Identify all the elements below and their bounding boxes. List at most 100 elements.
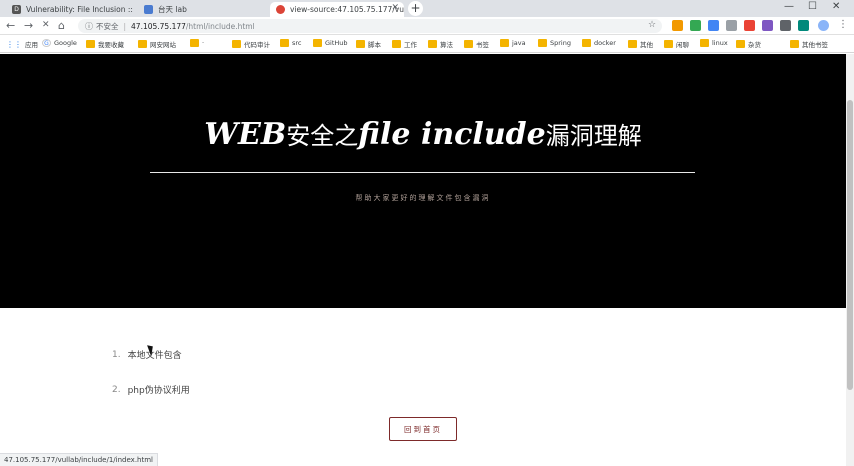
extension-icon[interactable] xyxy=(744,20,755,31)
bookmark-folder[interactable]: 脚本 xyxy=(356,39,381,49)
address-path: /html/include.html xyxy=(185,21,255,31)
bookmark-other[interactable]: 其他书签 xyxy=(790,39,828,49)
extension-icon[interactable] xyxy=(798,20,809,31)
bookmark-label: 杂货 xyxy=(748,41,761,49)
list-item-php-protocol[interactable]: 2. php伪协议利用 xyxy=(112,383,190,397)
forward-arrow-icon[interactable]: → xyxy=(24,19,33,32)
back-to-home-button[interactable]: 回到首页 xyxy=(389,417,457,441)
tab-lab[interactable]: 台天 lab xyxy=(138,2,266,17)
bookmark-label: 工作 xyxy=(404,41,417,49)
list-item-label: php伪协议利用 xyxy=(127,386,190,396)
bookmark-apps[interactable]: ⋮⋮ 应用 xyxy=(6,39,38,49)
page-title: WEB安全之file include漏洞理解 xyxy=(0,116,846,152)
bookmark-label: java xyxy=(512,39,526,47)
tab-title: view-source:47.105.75.177/vu xyxy=(290,5,404,14)
profile-avatar[interactable] xyxy=(818,20,829,31)
title-security: 安全之 xyxy=(286,122,359,150)
bookmark-folder[interactable]: · xyxy=(190,39,204,47)
bookmark-folder[interactable]: linux xyxy=(700,39,728,47)
insecure-label: 不安全 xyxy=(96,21,119,31)
bookmark-label: Google xyxy=(54,39,77,47)
extension-icon[interactable] xyxy=(726,20,737,31)
bookmark-folder[interactable]: GitHub xyxy=(313,39,348,47)
folder-icon xyxy=(428,40,437,48)
tab-title: Vulnerability: File Inclusion :: D xyxy=(26,5,134,14)
address-bar[interactable]: ⓘ 不安全 | 47.105.75.177 /html/include.html xyxy=(78,19,662,33)
bookmark-folder[interactable]: 我要收藏 xyxy=(86,39,124,49)
folder-icon xyxy=(582,39,591,47)
maximize-icon[interactable]: ☐ xyxy=(808,1,817,12)
title-web: WEB xyxy=(204,117,287,152)
scrollbar-thumb[interactable] xyxy=(847,100,853,390)
bookmark-label: docker xyxy=(594,39,616,47)
folder-icon xyxy=(356,40,365,48)
browser-toolbar: ← → ✕ ⌂ ⓘ 不安全 | 47.105.75.177 /html/incl… xyxy=(0,17,854,35)
google-icon: G xyxy=(42,39,51,47)
bookmark-star-icon[interactable]: ☆ xyxy=(648,20,656,30)
extension-icon[interactable] xyxy=(780,20,791,31)
title-file-include: file include xyxy=(358,117,546,152)
bookmark-folder[interactable]: 杂货 xyxy=(736,39,761,49)
close-window-icon[interactable]: ✕ xyxy=(832,1,840,12)
minimize-icon[interactable]: — xyxy=(784,1,794,12)
bookmark-folder[interactable]: 工作 xyxy=(392,39,417,49)
bookmark-google[interactable]: G Google xyxy=(42,39,77,47)
bookmark-label: 算法 xyxy=(440,41,453,49)
folder-icon xyxy=(700,39,709,47)
tab-view-source[interactable]: view-source:47.105.75.177/vu ✕ xyxy=(270,2,404,17)
bookmark-folder[interactable]: 代码审计 xyxy=(232,39,270,49)
bookmark-label: src xyxy=(292,39,302,47)
bookmark-label: 脚本 xyxy=(368,41,381,49)
bookmark-folder[interactable]: 其他 xyxy=(628,39,653,49)
folder-icon xyxy=(86,40,95,48)
status-bar-url: 47.105.75.177/vullab/include/1/index.htm… xyxy=(0,453,158,466)
bookmark-folder[interactable]: 网安网站 xyxy=(138,39,176,49)
folder-icon xyxy=(190,39,199,47)
address-host: 47.105.75.177 xyxy=(131,21,186,31)
bookmark-label: 网安网站 xyxy=(150,41,176,49)
bookmark-label: · xyxy=(202,39,205,47)
info-icon[interactable]: ⓘ xyxy=(85,21,93,32)
extension-icon[interactable] xyxy=(672,20,683,31)
folder-icon xyxy=(628,40,637,48)
bookmark-folder[interactable]: 书签 xyxy=(464,39,489,49)
page-subtitle: 帮助大家更好的理解文件包含漏洞 xyxy=(355,194,491,202)
extension-icon[interactable] xyxy=(690,20,701,31)
bookmark-folder[interactable]: 算法 xyxy=(428,39,453,49)
bookmark-folder[interactable]: src xyxy=(280,39,302,47)
folder-icon xyxy=(313,39,322,47)
bookmark-folder[interactable]: docker xyxy=(582,39,616,47)
bookmark-label: 其他书签 xyxy=(802,41,828,49)
stop-loading-icon[interactable]: ✕ xyxy=(42,20,50,30)
tab-dvwa-file-inclusion[interactable]: D Vulnerability: File Inclusion :: D xyxy=(6,2,134,17)
extension-icon[interactable] xyxy=(762,20,773,31)
menu-kebab-icon[interactable]: ⋮ xyxy=(838,19,848,30)
list-item-local-file-include[interactable]: 1. 本地文件包含 xyxy=(112,348,182,362)
title-divider xyxy=(150,172,695,173)
bookmark-label: GitHub xyxy=(325,39,348,47)
title-vuln-understanding: 漏洞理解 xyxy=(545,122,642,150)
bookmark-label: 书签 xyxy=(476,41,489,49)
folder-icon xyxy=(500,39,509,47)
folder-icon xyxy=(736,40,745,48)
page-scrollbar[interactable] xyxy=(846,54,854,466)
close-tab-icon[interactable]: ✕ xyxy=(391,3,399,13)
folder-icon xyxy=(280,39,289,47)
apps-icon: ⋮⋮ xyxy=(6,40,22,49)
bookmark-label: linux xyxy=(712,39,728,47)
back-arrow-icon[interactable]: ← xyxy=(6,19,15,32)
folder-icon xyxy=(464,40,473,48)
bookmark-folder[interactable]: Spring xyxy=(538,39,571,47)
home-icon[interactable]: ⌂ xyxy=(58,19,65,32)
new-tab-button[interactable]: + xyxy=(408,1,423,16)
list-item-number: 1. xyxy=(112,349,121,360)
extension-icon[interactable] xyxy=(708,20,719,31)
hero-banner: WEB安全之file include漏洞理解 帮助大家更好的理解文件包含漏洞 xyxy=(0,54,846,308)
page-favicon-icon xyxy=(144,5,153,14)
tab-strip: D Vulnerability: File Inclusion :: D 台天 … xyxy=(0,0,854,17)
folder-icon xyxy=(232,40,241,48)
bookmark-label: 代码审计 xyxy=(244,41,270,49)
bookmark-folder[interactable]: 闲聊 xyxy=(664,39,689,49)
bookmark-folder[interactable]: java xyxy=(500,39,526,47)
folder-icon xyxy=(138,40,147,48)
